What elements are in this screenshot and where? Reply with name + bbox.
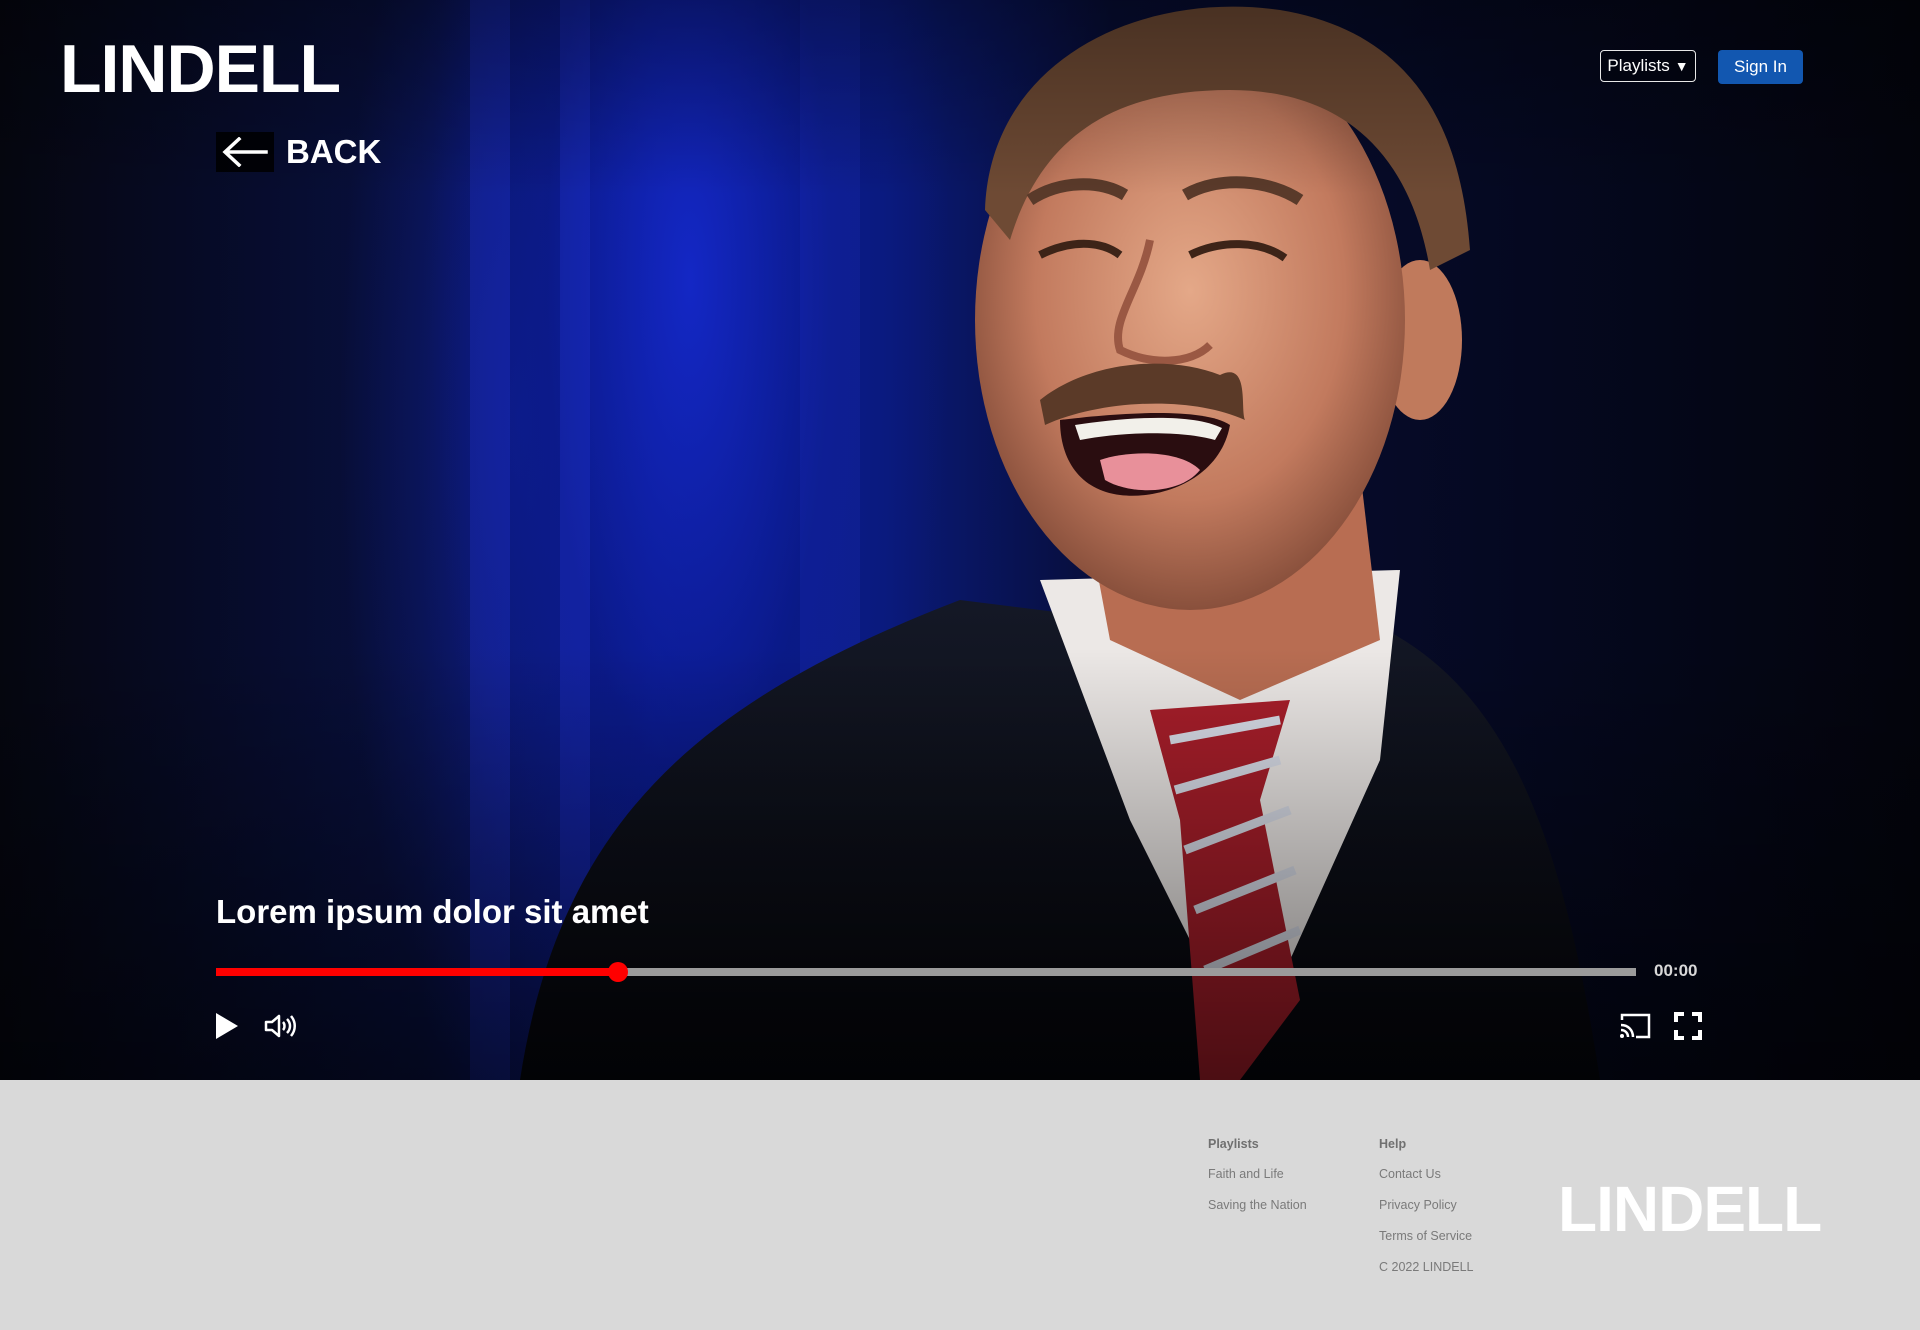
- footer-playlists-heading: Playlists: [1208, 1137, 1259, 1151]
- back-label: BACK: [286, 133, 382, 170]
- footer-logo: LINDELL: [1558, 1173, 1822, 1245]
- arrow-left-icon: [216, 132, 274, 172]
- progress-handle[interactable]: [607, 962, 628, 982]
- footer-link-faith-and-life[interactable]: Faith and Life: [1208, 1167, 1307, 1181]
- caret-down-icon: ▼: [1674, 58, 1689, 74]
- volume-icon[interactable]: [264, 1012, 296, 1040]
- progress-fill: [216, 968, 618, 976]
- footer-help-heading: Help: [1379, 1137, 1407, 1151]
- footer: Playlists Faith and Life Saving the Nati…: [0, 1080, 1920, 1330]
- footer-playlists-column: Playlists Faith and Life Saving the Nati…: [1208, 1137, 1307, 1229]
- cast-icon[interactable]: [1618, 1012, 1652, 1040]
- progress-bar[interactable]: [216, 962, 1636, 982]
- video-title: Lorem ipsum dolor sit amet: [216, 893, 649, 930]
- playlists-dropdown[interactable]: Playlists ▼: [1600, 50, 1696, 82]
- footer-help-column: Help Contact Us Privacy Policy Terms of …: [1379, 1137, 1474, 1291]
- time-display: 00:00: [1654, 961, 1698, 980]
- footer-copyright: C 2022 LINDELL: [1379, 1260, 1474, 1274]
- footer-link-contact-us[interactable]: Contact Us: [1379, 1167, 1474, 1181]
- playlists-dropdown-label: Playlists: [1607, 56, 1670, 75]
- footer-link-terms-of-service[interactable]: Terms of Service: [1379, 1229, 1474, 1243]
- back-button[interactable]: BACK: [216, 132, 381, 172]
- footer-link-privacy-policy[interactable]: Privacy Policy: [1379, 1198, 1474, 1212]
- play-icon[interactable]: [214, 1012, 240, 1040]
- footer-link-saving-the-nation[interactable]: Saving the Nation: [1208, 1198, 1307, 1212]
- sign-in-button[interactable]: Sign In: [1718, 50, 1803, 84]
- site-logo[interactable]: LINDELL: [60, 30, 341, 108]
- fullscreen-icon[interactable]: [1674, 1012, 1702, 1040]
- video-player[interactable]: LINDELL Playlists ▼ Sign In BACK Lorem i…: [0, 0, 1920, 1080]
